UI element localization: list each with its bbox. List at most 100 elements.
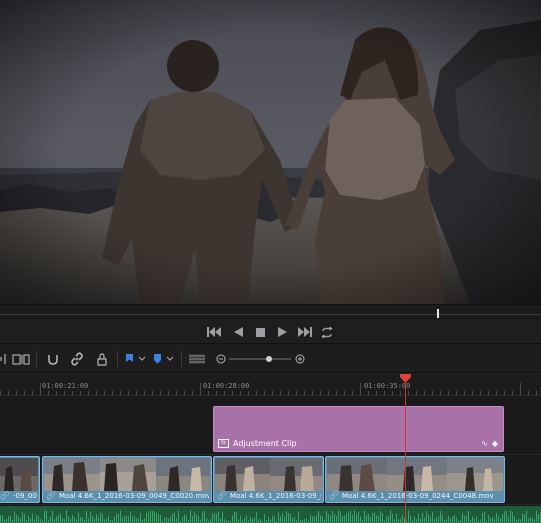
ruler-tick — [272, 391, 273, 395]
video-viewer[interactable] — [0, 0, 541, 304]
marker-icon[interactable] — [152, 351, 176, 367]
ruler-tick — [200, 383, 201, 395]
viewer-scrub-bar[interactable] — [0, 304, 541, 320]
zoom-slider[interactable] — [229, 351, 291, 367]
ruler-tick — [96, 391, 97, 395]
ruler-tick — [304, 391, 305, 395]
ruler-tick — [376, 391, 377, 395]
clip-thumbnails — [0, 458, 38, 491]
loop-icon[interactable] — [318, 324, 336, 340]
dynamic-trim-icon[interactable] — [12, 351, 30, 367]
ruler-tick — [144, 391, 145, 395]
ruler-tick — [160, 391, 161, 395]
ruler-tick — [192, 391, 193, 395]
ruler-tick — [296, 391, 297, 395]
adjustment-clip-label: Adjustment Clip — [233, 439, 297, 448]
ruler-tick — [136, 391, 137, 395]
toolbar-divider — [36, 351, 37, 367]
timeline-toolbar — [0, 345, 541, 373]
ruler-tick — [472, 391, 473, 395]
audio-waveform — [0, 510, 541, 523]
timeline-tracks: fx Adjustment Clip ∿ ◆ 🔗-09_0037... 🔗Moa… — [0, 396, 541, 523]
ruler-tick — [368, 391, 369, 395]
full-extent-zoom-icon[interactable] — [187, 351, 207, 367]
ruler-tick — [56, 391, 57, 395]
ruler-tick — [208, 391, 209, 395]
ruler-tick — [232, 391, 233, 395]
ruler-tick — [104, 391, 105, 395]
flag-icon[interactable] — [124, 351, 148, 367]
curve-icon[interactable]: ∿ — [481, 439, 488, 448]
ruler-tick — [480, 391, 481, 395]
ruler-tick — [328, 391, 329, 395]
ruler-tick — [216, 391, 217, 395]
keyframe-icon[interactable]: ◆ — [492, 439, 498, 448]
zoom-in-icon[interactable] — [294, 351, 306, 367]
position-lock-icon[interactable] — [94, 351, 110, 367]
timeline-ruler[interactable]: 01:00:21:00 01:00:28:00 01:00:35:00 — [0, 374, 541, 396]
ruler-timecode: 01:00:28:00 — [203, 382, 250, 390]
play-reverse-icon[interactable] — [229, 324, 247, 340]
video-clip[interactable]: 🔗Moal 4.6K_1_2016-03-09_0... — [213, 456, 324, 503]
clip-name: Moal 4.6K_1_2016-03-09_0244_C0048.mov — [341, 491, 494, 500]
clip-name: Moal 4.6K_1_2016-03-09_0049_C0020.mov — [58, 491, 209, 500]
ruler-tick — [432, 391, 433, 395]
video-clip[interactable]: 🔗 Moal 4.6K_1_2016-03-09_0244_C0048.mov — [325, 456, 505, 503]
ruler-tick — [408, 391, 409, 395]
clip-thumbnails — [215, 458, 322, 491]
ruler-tick — [168, 391, 169, 395]
ruler-tick — [352, 391, 353, 395]
ruler-tick — [32, 391, 33, 395]
ruler-tick — [40, 383, 41, 395]
clip-thumbnails — [44, 458, 210, 491]
link-icon: 🔗 — [0, 491, 10, 500]
ruler-tick — [520, 383, 521, 395]
skip-to-end-icon[interactable] — [296, 324, 314, 340]
ruler-timecode: 01:00:21:00 — [42, 382, 89, 390]
toolbar-divider — [117, 351, 118, 367]
video-clip[interactable]: 🔗 Moal 4.6K_1_2016-03-09_0049_C0020.mov — [42, 456, 212, 503]
ruler-tick — [120, 391, 121, 395]
ruler-tick — [128, 391, 129, 395]
timeline-playhead-line[interactable] — [405, 374, 406, 523]
adjustment-clip[interactable]: fx Adjustment Clip ∿ ◆ — [213, 406, 504, 452]
ruler-tick — [64, 391, 65, 395]
ruler-tick — [496, 391, 497, 395]
ruler-tick — [256, 391, 257, 395]
snapping-icon[interactable] — [44, 351, 62, 367]
trim-edit-icon[interactable] — [0, 351, 8, 367]
ruler-tick — [512, 391, 513, 395]
transport-controls — [0, 320, 541, 344]
ruler-tick — [344, 391, 345, 395]
ruler-tick — [384, 391, 385, 395]
track-divider — [0, 454, 541, 455]
ruler-tick — [152, 391, 153, 395]
ruler-tick — [248, 391, 249, 395]
ruler-tick — [88, 391, 89, 395]
ruler-tick — [456, 391, 457, 395]
ruler-tick — [24, 391, 25, 395]
ruler-tick — [504, 391, 505, 395]
ruler-tick — [336, 391, 337, 395]
linked-selection-icon[interactable] — [68, 351, 86, 367]
ruler-tick — [16, 391, 17, 395]
ruler-tick — [392, 391, 393, 395]
zoom-out-icon[interactable] — [215, 351, 227, 367]
ruler-tick — [464, 391, 465, 395]
video-clip[interactable]: 🔗-09_0037... — [0, 456, 40, 503]
video-frame — [0, 0, 541, 304]
playhead-handle[interactable] — [400, 374, 411, 383]
skip-to-start-icon[interactable] — [205, 324, 223, 340]
ruler-tick — [280, 391, 281, 395]
audio-track-clip[interactable] — [0, 506, 541, 523]
ruler-tick — [240, 391, 241, 395]
ruler-timecode: 01:00:35:00 — [364, 382, 411, 390]
scrub-playhead[interactable] — [437, 309, 439, 318]
toolbar-divider — [181, 351, 182, 367]
ruler-tick — [184, 391, 185, 395]
stop-icon[interactable] — [251, 324, 269, 340]
ruler-tick — [312, 391, 313, 395]
clip-name: Moal 4.6K_1_2016-03-09_0... — [229, 491, 321, 500]
play-icon[interactable] — [273, 324, 291, 340]
ruler-tick — [48, 391, 49, 395]
